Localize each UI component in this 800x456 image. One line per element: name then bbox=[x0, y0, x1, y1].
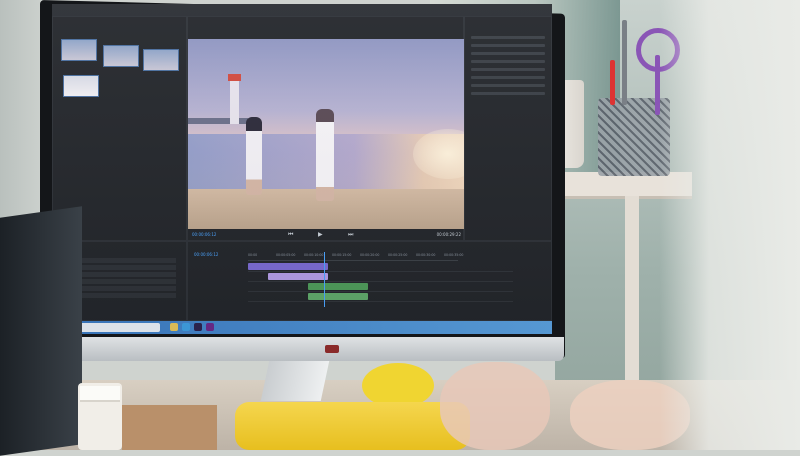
ruler-tick: 00:00 bbox=[248, 253, 258, 257]
ruler-tick: 00:00:10:00 bbox=[304, 253, 324, 257]
effect-row[interactable] bbox=[471, 60, 545, 63]
program-monitor: 00:00:06:12 ⏮ ▶ ⏭ 00:00:29:22 bbox=[187, 16, 483, 241]
cardboard-box bbox=[122, 405, 217, 450]
person-figure bbox=[316, 109, 334, 201]
person-blur bbox=[660, 0, 800, 450]
play-icon[interactable]: ▶ bbox=[318, 231, 323, 238]
video-clip[interactable] bbox=[268, 273, 328, 280]
premiere-icon[interactable] bbox=[194, 323, 202, 331]
pen-grey bbox=[622, 20, 627, 105]
audio-track[interactable] bbox=[248, 292, 513, 302]
audio-clip[interactable] bbox=[308, 283, 368, 290]
effect-row[interactable] bbox=[471, 44, 545, 47]
video-frame bbox=[188, 39, 483, 229]
ruler-tick: 00:00:05:00 bbox=[276, 253, 296, 257]
pier bbox=[188, 118, 248, 124]
browser-icon[interactable] bbox=[182, 323, 190, 331]
project-thumbnail[interactable] bbox=[63, 75, 99, 97]
effect-row[interactable] bbox=[471, 92, 545, 95]
effect-row[interactable] bbox=[471, 36, 545, 39]
ruler-tick: 00:00:20:00 bbox=[360, 253, 380, 257]
program-timecode: 00:00:06:12 bbox=[192, 232, 217, 237]
track-area bbox=[248, 262, 513, 302]
taskbar-search[interactable] bbox=[80, 323, 160, 332]
brand-logo bbox=[325, 345, 339, 353]
timeline-panel: 00:00:06:12 00:00 00:00:05:00 00:00:10:0… bbox=[187, 241, 552, 321]
effect-row[interactable] bbox=[471, 76, 545, 79]
keyboard bbox=[235, 402, 470, 450]
monitor-stand bbox=[260, 361, 330, 401]
step-back-icon[interactable]: ⏮ bbox=[288, 231, 293, 239]
program-tabs bbox=[188, 17, 465, 39]
timeline-timecode: 00:00:06:12 bbox=[194, 252, 219, 257]
timeline-ruler[interactable]: 00:00 00:00:05:00 00:00:10:00 00:00:15:0… bbox=[248, 252, 463, 261]
ruler-tick: 00:00:15:00 bbox=[332, 253, 352, 257]
shelf-leg bbox=[625, 196, 639, 396]
effects-panel bbox=[464, 16, 552, 241]
audio-clip[interactable] bbox=[308, 293, 368, 300]
effect-row[interactable] bbox=[471, 68, 545, 71]
ruler-tick: 00:00:35:00 bbox=[444, 253, 464, 257]
effect-row[interactable] bbox=[471, 52, 545, 55]
playhead[interactable] bbox=[324, 252, 325, 307]
project-thumbnail[interactable] bbox=[143, 49, 179, 71]
pen-red bbox=[610, 60, 615, 105]
step-forward-icon[interactable]: ⏭ bbox=[348, 231, 353, 239]
menu-bar bbox=[52, 4, 552, 16]
lighthouse-top bbox=[228, 74, 241, 81]
laptop bbox=[0, 206, 82, 456]
project-thumbnail[interactable] bbox=[103, 45, 139, 67]
monitor-screen: 00:00:06:12 ⏮ ▶ ⏭ 00:00:29:22 00:00:06:1… bbox=[52, 4, 552, 334]
audio-track[interactable] bbox=[248, 282, 513, 292]
taskbar bbox=[52, 321, 552, 334]
project-thumbnail[interactable] bbox=[61, 39, 97, 61]
monitor-chin bbox=[57, 337, 564, 361]
lighthouse bbox=[230, 79, 239, 124]
effect-row[interactable] bbox=[471, 84, 545, 87]
folder-icon[interactable] bbox=[170, 323, 178, 331]
program-duration: 00:00:29:22 bbox=[436, 232, 461, 237]
video-clip[interactable] bbox=[248, 263, 328, 270]
bottle-cap bbox=[80, 386, 120, 402]
ruler-tick: 00:00:30:00 bbox=[416, 253, 436, 257]
hand bbox=[440, 362, 550, 450]
ruler-tick: 00:00:25:00 bbox=[388, 253, 408, 257]
person-figure bbox=[246, 117, 262, 195]
app-icon[interactable] bbox=[206, 323, 214, 331]
